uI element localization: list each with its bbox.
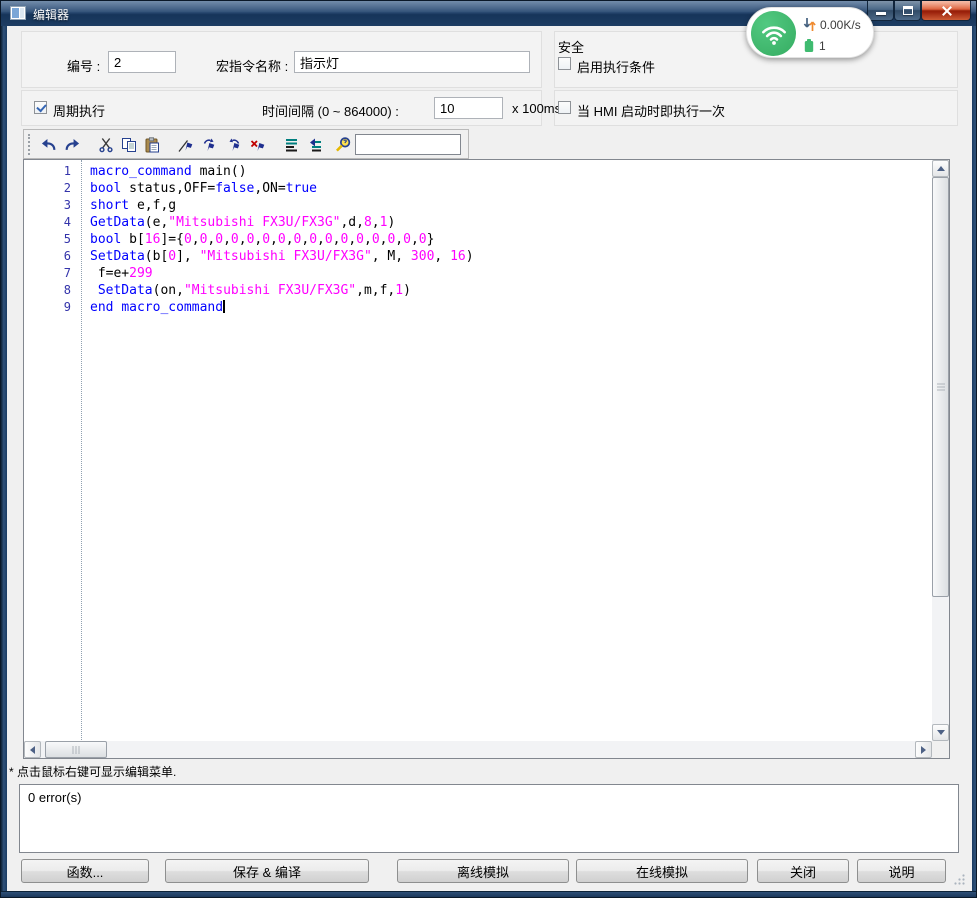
minimize-button[interactable] (867, 1, 894, 21)
bookmark-next-icon[interactable] (199, 134, 220, 155)
code-lines[interactable]: 1macro_command main()2bool status,OFF=fa… (24, 163, 931, 740)
horizontal-scroll-thumb[interactable] (45, 741, 107, 758)
network-speed-value: 0.00K/s (820, 18, 861, 32)
line-number: 3 (24, 197, 72, 214)
network-level-value: 1 (819, 39, 826, 53)
arrow-left-icon (30, 746, 35, 754)
save-compile-button[interactable]: 保存 & 编译 (165, 859, 369, 883)
battery-icon (803, 38, 815, 53)
minimize-icon (876, 12, 886, 15)
scrollbar-corner (932, 741, 949, 758)
line-number: 4 (24, 214, 72, 231)
resize-grip[interactable] (953, 873, 966, 886)
editor-toolbar (23, 129, 469, 159)
wifi-icon (751, 11, 796, 56)
interval-input[interactable] (434, 97, 503, 119)
macro-editor-window: 编辑器 0.00K/s (0, 0, 977, 898)
periodic-label: 周期执行 (53, 101, 105, 120)
status-note: * 点击鼠标右键可显示编辑菜单. (9, 763, 176, 780)
arrow-down-icon (937, 730, 945, 735)
undo-icon[interactable] (38, 134, 59, 155)
vertical-scroll-thumb[interactable] (932, 177, 949, 597)
line-number: 7 (24, 265, 72, 282)
code-line: 2bool status,OFF=false,ON=true (24, 180, 931, 197)
code-editor: 1macro_command main()2bool status,OFF=fa… (23, 159, 950, 759)
startup-label: 当 HMI 启动时即执行一次 (577, 101, 725, 120)
scroll-right-button[interactable] (915, 741, 932, 758)
toolbar-search-input[interactable] (355, 134, 461, 155)
network-speed-widget[interactable]: 0.00K/s 1 (746, 7, 874, 58)
macro-name-input[interactable] (294, 51, 530, 73)
online-simulation-button[interactable]: 在线模拟 (576, 859, 748, 883)
interval-unit-label: x 100ms (512, 101, 561, 116)
code-line: 5bool b[16]={0,0,0,0,0,0,0,0,0,0,0,0,0,0… (24, 231, 931, 248)
macro-id-label: 编号 : (67, 56, 100, 75)
security-label: 安全 (558, 37, 584, 56)
scroll-left-button[interactable] (24, 741, 41, 758)
window-frame-right (972, 26, 977, 891)
code-line: 8 SetData(on,"Mitsubishi FX3U/FX3G",m,f,… (24, 282, 931, 299)
window-frame-left (1, 26, 7, 891)
macro-id-input[interactable] (108, 51, 176, 73)
arrow-up-icon (937, 166, 945, 171)
scroll-down-button[interactable] (932, 724, 949, 741)
paste-icon[interactable] (141, 134, 162, 155)
copy-icon[interactable] (118, 134, 139, 155)
redo-icon[interactable] (62, 134, 83, 155)
macro-name-label: 宏指令名称 : (216, 56, 288, 75)
periodic-checkbox[interactable] (34, 101, 47, 114)
offline-simulation-button[interactable]: 离线模拟 (397, 859, 569, 883)
line-number: 1 (24, 163, 72, 180)
interval-label: 时间间隔 (0 ~ 864000) : (262, 101, 399, 120)
find-icon[interactable] (333, 134, 354, 155)
bookmark-clear-icon[interactable] (247, 134, 268, 155)
vertical-scrollbar (932, 160, 949, 741)
code-line: 4GetData(e,"Mitsubishi FX3U/FX3G",d,8,1) (24, 214, 931, 231)
close-button[interactable] (921, 1, 971, 21)
horizontal-scrollbar (24, 741, 932, 758)
bookmark-toggle-icon[interactable] (175, 134, 196, 155)
functions-button[interactable]: 函数... (21, 859, 149, 883)
outdent-icon[interactable] (304, 134, 325, 155)
bookmark-previous-icon[interactable] (223, 134, 244, 155)
indent-icon[interactable] (280, 134, 301, 155)
toolbar-grip[interactable] (28, 134, 30, 155)
window-frame-bottom (1, 891, 977, 898)
line-number: 2 (24, 180, 72, 197)
line-number: 8 (24, 282, 72, 299)
window-title: 编辑器 (33, 6, 69, 23)
error-count-text: 0 error(s) (28, 790, 81, 805)
compile-output-box[interactable]: 0 error(s) (19, 784, 959, 853)
close-dialog-button[interactable]: 关闭 (757, 859, 849, 883)
maximize-button[interactable] (894, 1, 921, 21)
updown-arrows-icon (803, 17, 816, 32)
code-line: 9end macro_command (24, 299, 931, 316)
line-number: 5 (24, 231, 72, 248)
code-line: 1macro_command main() (24, 163, 931, 180)
cut-icon[interactable] (95, 134, 116, 155)
enable-condition-checkbox[interactable] (558, 57, 571, 70)
window-icon (10, 6, 26, 20)
arrow-right-icon (921, 746, 926, 754)
scroll-up-button[interactable] (932, 160, 949, 177)
line-number: 9 (24, 299, 72, 316)
enable-condition-label: 启用执行条件 (577, 57, 655, 76)
text-caret (223, 300, 225, 313)
line-number: 6 (24, 248, 72, 265)
gutter-divider (81, 160, 82, 740)
code-line: 7 f=e+299 (24, 265, 931, 282)
code-line: 3short e,f,g (24, 197, 931, 214)
help-button[interactable]: 说明 (857, 859, 946, 883)
startup-checkbox[interactable] (558, 101, 571, 114)
code-line: 6SetData(b[0], "Mitsubishi FX3U/FX3G", M… (24, 248, 931, 265)
maximize-icon (903, 6, 913, 15)
